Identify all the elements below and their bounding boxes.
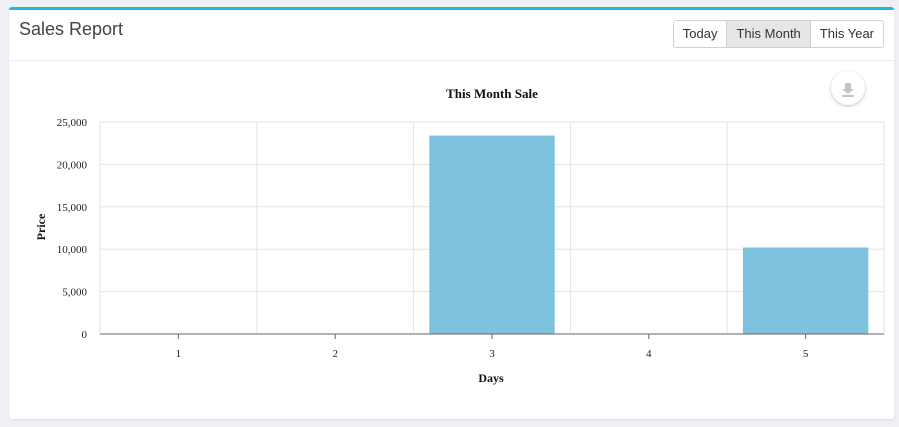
download-icon <box>842 83 854 97</box>
y-tick-label: 25,000 <box>57 117 88 129</box>
x-tick-label: 5 <box>803 348 809 360</box>
y-tick-label: 15,000 <box>57 202 88 214</box>
x-tick-label: 1 <box>176 348 182 360</box>
chart-title: This Month Sale <box>446 86 538 101</box>
y-tick-label: 10,000 <box>57 244 88 256</box>
x-tick-label: 4 <box>646 348 652 360</box>
x-axis-label: Days <box>478 371 504 385</box>
bar-3 <box>429 135 555 334</box>
x-tick-label: 2 <box>332 348 338 360</box>
bar-5 <box>742 247 869 334</box>
y-tick-label: 0 <box>82 329 88 341</box>
download-button[interactable] <box>831 71 865 105</box>
y-axis-label: Price <box>34 213 48 240</box>
y-tick-label: 5,000 <box>62 287 87 299</box>
bar-chart: 1 2 3 4 5 0 5,000 10,000 15,000 20,000 25,000 This … <box>34 86 885 385</box>
y-tick-label: 20,000 <box>57 159 88 171</box>
x-tick-label: 3 <box>489 348 495 360</box>
